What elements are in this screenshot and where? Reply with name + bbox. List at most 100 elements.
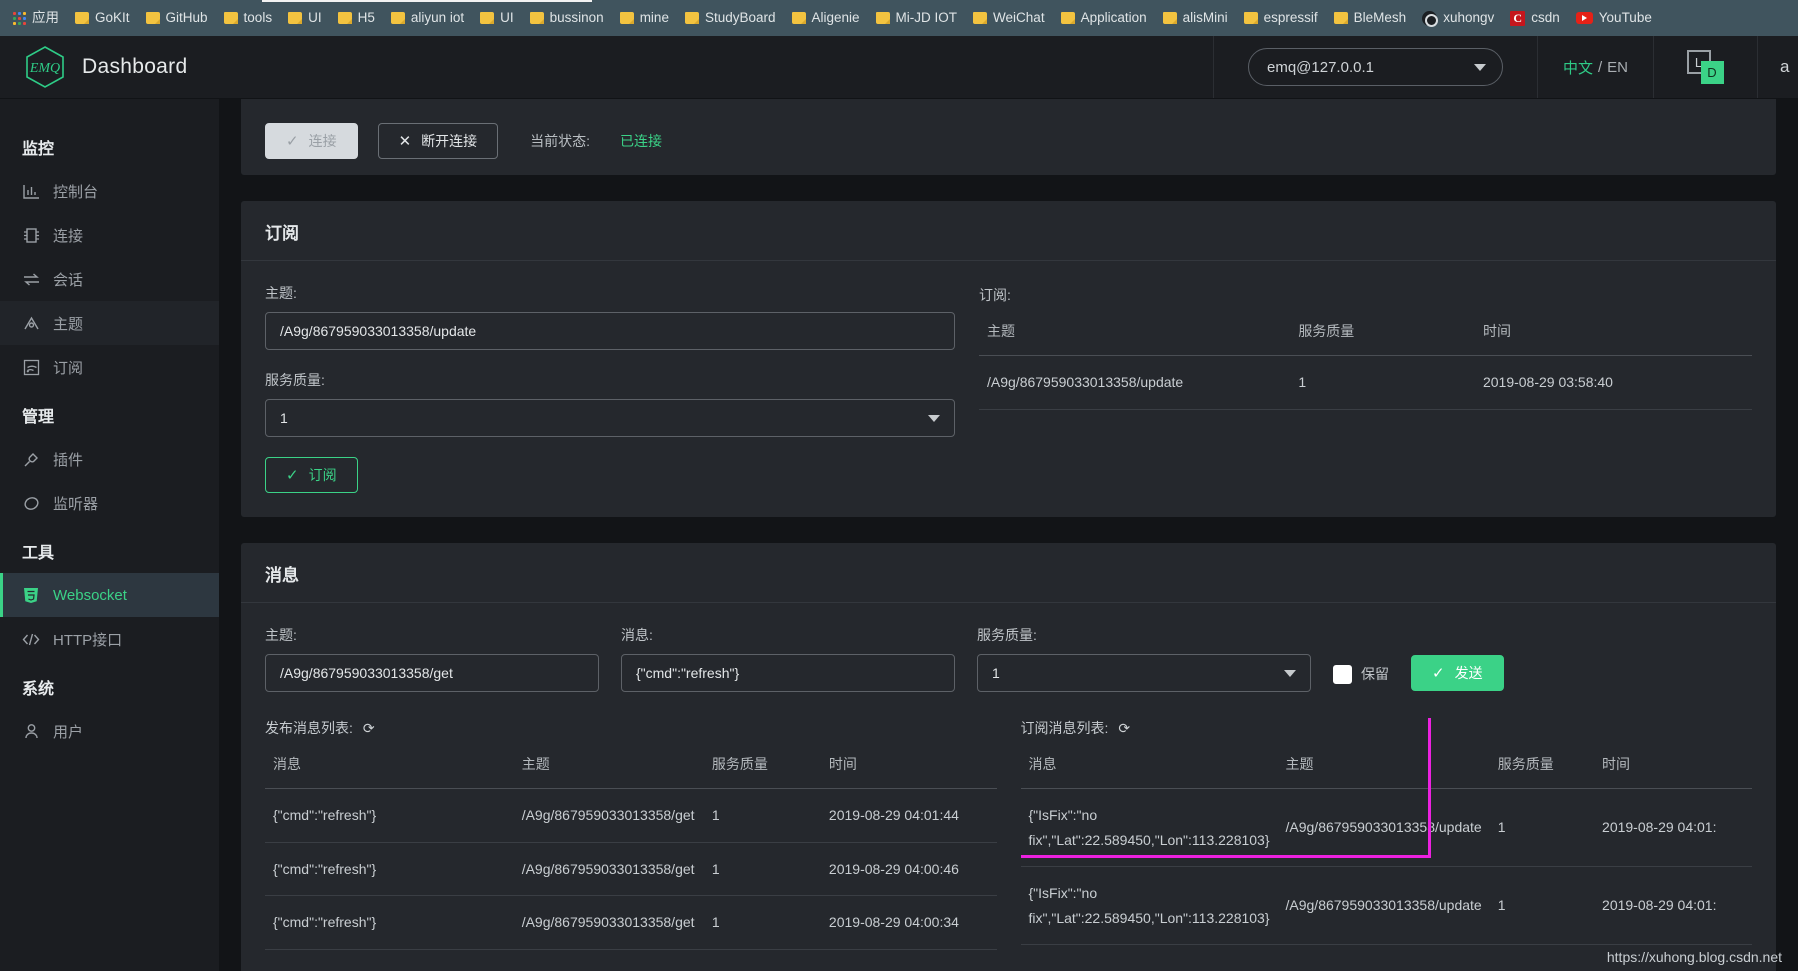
bookmark-blemesh[interactable]: BleMesh — [1327, 7, 1414, 29]
publish-qos-label: 服务质量: — [977, 627, 1037, 643]
bookmark-aligenie[interactable]: Aligenie — [785, 7, 867, 29]
sidebar-item-label: HTTP接口 — [53, 631, 123, 649]
bookmark-h5[interactable]: H5 — [331, 7, 382, 29]
youtube-icon — [1575, 12, 1593, 24]
check-icon: ✓ — [1432, 664, 1445, 682]
bookmark-github[interactable]: GitHub — [139, 7, 215, 29]
bookmark-label: GoKIt — [95, 10, 130, 26]
publish-message-input[interactable]: {"cmd":"refresh"} — [621, 654, 955, 692]
sidebar-item-users[interactable]: 用户 — [0, 709, 219, 753]
subscribe-button[interactable]: ✓ 订阅 — [265, 457, 358, 493]
folder-icon — [875, 12, 890, 24]
csdn-icon: C — [1510, 10, 1526, 26]
bookmark-csdn[interactable]: C csdn — [1503, 7, 1567, 30]
table-row: {"IsFix":"no fix","Lat":22.589450,"Lon":… — [1020, 866, 1752, 945]
col-header-qos: 服务质量 — [1489, 754, 1595, 789]
sidebar-item-label: 插件 — [53, 451, 84, 469]
sidebar-item-listeners[interactable]: 监听器 — [0, 481, 219, 525]
sidebar-item-sessions[interactable]: 会话 — [0, 257, 219, 301]
bookmark-label: alisMini — [1182, 10, 1228, 26]
subscribe-grid: 主题: /A9g/867959033013358/update 服务质量: 1 … — [265, 283, 1752, 493]
sidebar-item-connections[interactable]: 连接 — [0, 213, 219, 257]
sidebar-item-plugins[interactable]: 插件 — [0, 437, 219, 481]
app-title: Dashboard — [82, 55, 188, 78]
subscribed-list-title-row: 订阅消息列表: ⟳ — [1021, 718, 1753, 738]
sidebar-item-console[interactable]: 控制台 — [0, 169, 219, 213]
published-list-title: 发布消息列表: — [265, 720, 353, 736]
bookmark-weichat[interactable]: WeiChat — [966, 7, 1052, 29]
folder-icon — [684, 12, 699, 24]
publish-topic-input[interactable]: /A9g/867959033013358/get — [265, 654, 599, 692]
cell-topic: /A9g/867959033013358/get — [513, 895, 704, 950]
connect-button[interactable]: ✓ 连接 — [265, 123, 358, 159]
bookmark-gokit[interactable]: GoKIt — [68, 7, 137, 29]
publish-form: 主题: /A9g/867959033013358/get 消息: {"cmd":… — [265, 625, 1752, 692]
bookmark-label: aliyun iot — [410, 10, 465, 26]
listener-icon — [22, 494, 40, 512]
connect-button-label: 连接 — [308, 133, 337, 149]
table-row: {"cmd":"refresh"} /A9g/867959033013358/g… — [265, 895, 997, 950]
send-button[interactable]: ✓ 发送 — [1411, 655, 1504, 691]
retain-checkbox[interactable] — [1333, 664, 1352, 684]
bookmark-mi-jd-iot[interactable]: Mi-JD IOT — [869, 7, 965, 29]
refresh-icon[interactable]: ⟳ — [363, 720, 375, 737]
subscriptions-table: 主题 服务质量 时间 /A9g/867959033013358/update 1 — [979, 321, 1752, 410]
message-lists: 发布消息列表: ⟳ 消息 主题 服务质量 时间 {"cmd":"refresh"… — [265, 718, 1752, 950]
bookmark-label: mine — [639, 10, 669, 26]
bookmark-mine[interactable]: mine — [613, 7, 676, 29]
col-header-message: 消息 — [1020, 754, 1278, 789]
bookmark-espressif[interactable]: espressif — [1237, 7, 1325, 29]
col-header-time: 时间 — [1594, 754, 1752, 789]
cell-topic: /A9g/867959033013358/update — [979, 355, 1291, 410]
sidebar-item-http-api[interactable]: HTTP接口 — [0, 617, 219, 661]
folder-icon — [529, 12, 544, 24]
bookmark-alismini[interactable]: alisMini — [1156, 7, 1235, 29]
sidebar-item-websocket[interactable]: Websocket — [0, 573, 219, 617]
bookmark-aliyun-iot[interactable]: aliyun iot — [384, 7, 471, 29]
retain-label: 保留 — [1361, 666, 1389, 682]
col-header-topic: 主题 — [513, 754, 704, 789]
folder-icon — [1333, 12, 1348, 24]
user-menu[interactable]: a — [1758, 36, 1798, 98]
bookmark-ui-1[interactable]: UI — [281, 7, 329, 29]
bookmark-label: StudyBoard — [704, 10, 776, 26]
bookmark-application[interactable]: Application — [1054, 7, 1154, 29]
bookmark-label: 应用 — [32, 10, 59, 26]
refresh-icon[interactable]: ⟳ — [1118, 720, 1130, 737]
bookmark-ui-2[interactable]: UI — [473, 7, 521, 29]
subscribed-table: 消息 主题 服务质量 时间 {"IsFix":"no fix","Lat":22… — [1020, 754, 1752, 945]
sidebar-item-label: 订阅 — [53, 359, 84, 377]
brand[interactable]: EMQ Dashboard — [0, 36, 187, 98]
subscribe-panel-title: 订阅 — [241, 201, 1776, 261]
theme-badge[interactable]: L D — [1654, 36, 1758, 98]
bookmark-studyboard[interactable]: StudyBoard — [678, 7, 783, 29]
sidebar-group-tools: 工具 — [22, 545, 55, 562]
sidebar-item-subscriptions[interactable]: 订阅 — [0, 345, 219, 389]
table-row: {"cmd":"refresh"} /A9g/867959033013358/g… — [265, 788, 997, 843]
subscribe-topic-label: 主题: — [265, 285, 297, 301]
language-switcher[interactable]: 中文 / EN — [1538, 36, 1654, 98]
sidebar-group-monitor: 监控 — [22, 141, 55, 158]
bookmark-tools[interactable]: tools — [217, 7, 280, 29]
user-icon — [22, 722, 40, 740]
bookmark-apps[interactable]: 应用 — [6, 7, 66, 29]
subscriptions-list-label: 订阅: — [979, 287, 1011, 303]
table-header-row: 消息 主题 服务质量 时间 — [1020, 754, 1752, 789]
lang-english[interactable]: EN — [1607, 59, 1628, 76]
col-header-topic: 主题 — [1277, 754, 1490, 789]
disconnect-button[interactable]: ✕ 断开连接 — [377, 123, 499, 159]
dark-square: D — [1700, 61, 1724, 84]
subscribe-qos-select[interactable]: 1 — [265, 399, 955, 437]
bookmark-bussinon[interactable]: bussinon — [523, 7, 611, 29]
subscribe-panel-body: 主题: /A9g/867959033013358/update 服务质量: 1 … — [241, 261, 1776, 517]
node-select-value: emq@127.0.0.1 — [1267, 58, 1374, 76]
plug-icon — [22, 450, 40, 468]
bookmark-xuhongv[interactable]: xuhongv — [1415, 7, 1501, 30]
lang-chinese[interactable]: 中文 — [1563, 57, 1593, 78]
publish-qos-select[interactable]: 1 — [977, 654, 1311, 692]
sidebar-item-topics[interactable]: 主题 — [0, 301, 219, 345]
bookmark-youtube[interactable]: YouTube — [1569, 7, 1659, 29]
cell-qos: 1 — [1489, 866, 1595, 945]
subscribe-topic-input[interactable]: /A9g/867959033013358/update — [265, 312, 955, 350]
node-select[interactable]: emq@127.0.0.1 — [1248, 48, 1503, 86]
